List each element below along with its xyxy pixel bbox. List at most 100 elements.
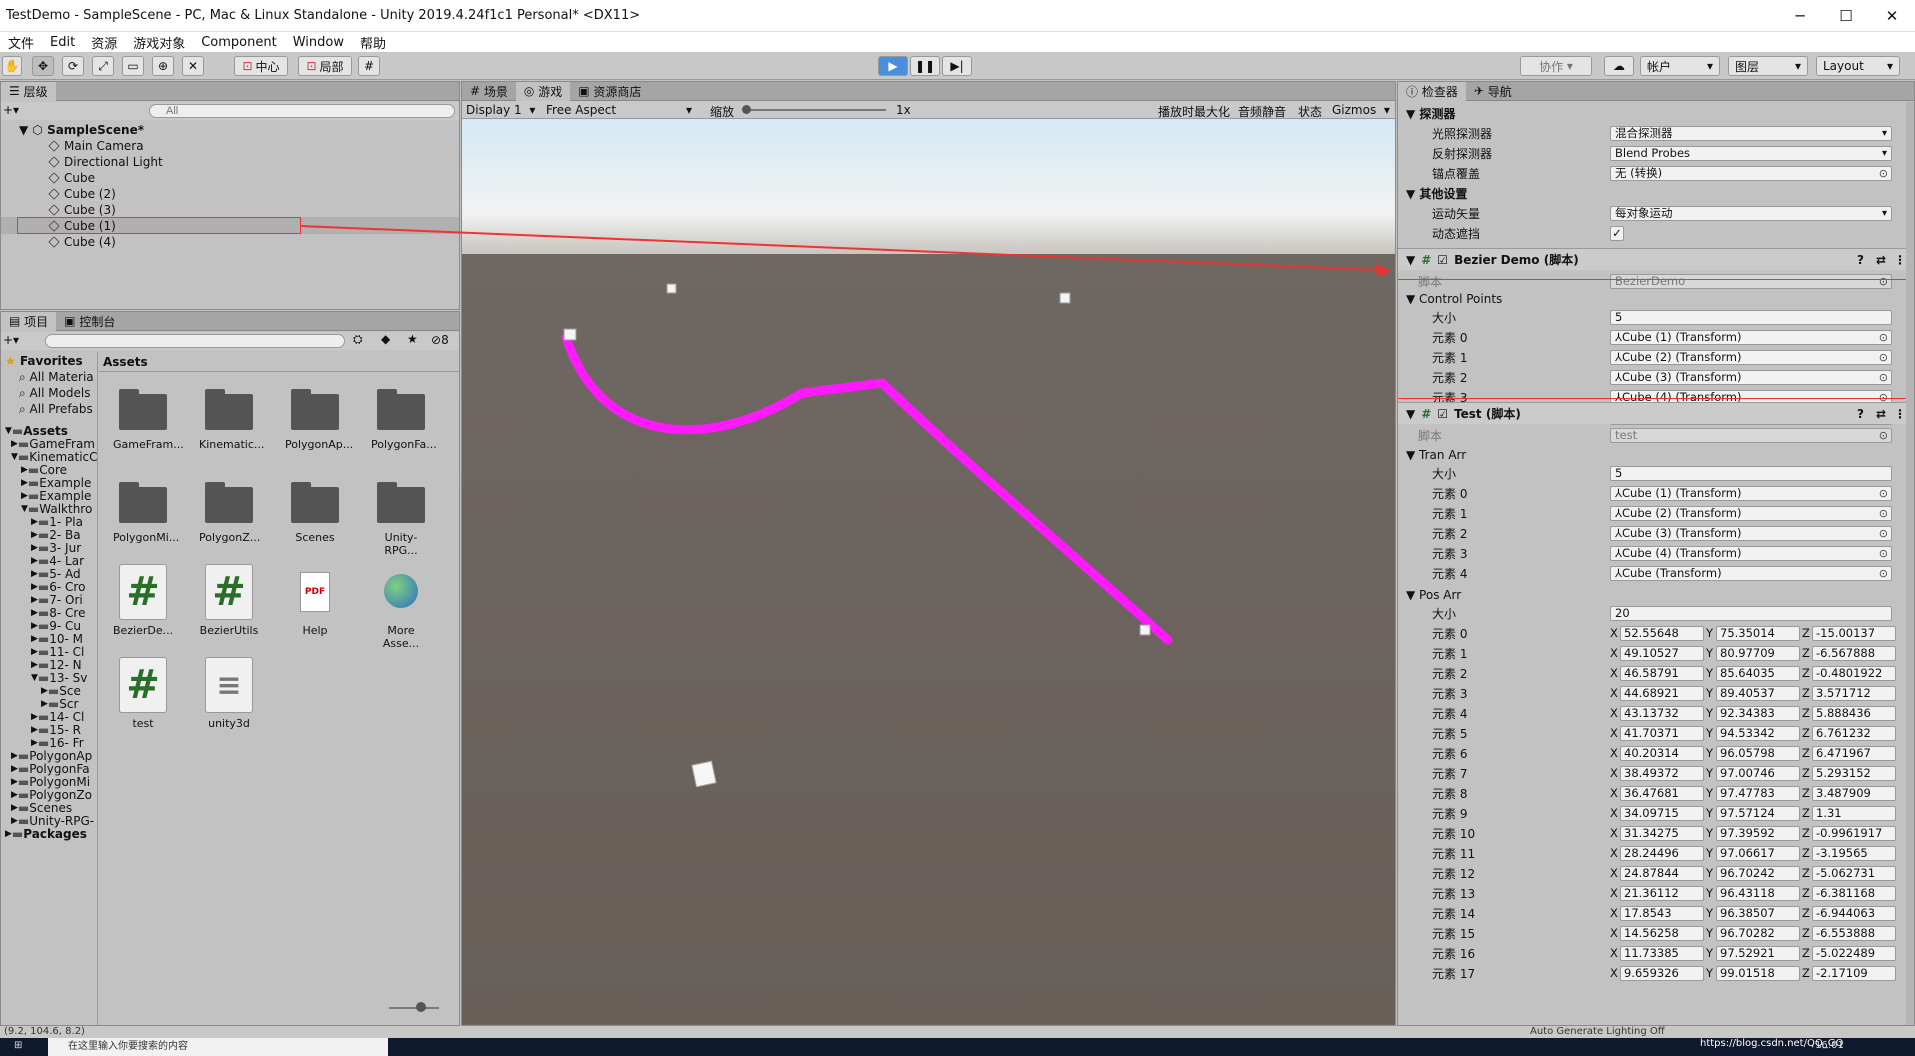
tab-project[interactable]: ▤ 项目: [1, 311, 57, 331]
asset-script[interactable]: # BezierDe...: [113, 564, 173, 637]
breadcrumb[interactable]: Assets: [103, 354, 148, 370]
tab-hierarchy[interactable]: ☰ 层级: [1, 81, 56, 101]
hierarchy-item[interactable]: Cube (4): [48, 234, 116, 250]
favorite-item[interactable]: ⌕ All Materia: [19, 369, 94, 385]
transform-object-field[interactable]: ⅄ Cube (3) (Transform): [1610, 525, 1892, 541]
transform-object-field[interactable]: ⅄ Cube (Transform): [1610, 565, 1892, 581]
vector-x-field[interactable]: X 36.47681: [1610, 785, 1704, 801]
asset-folder[interactable]: GameFram...: [113, 389, 184, 451]
expand-arrow-icon[interactable]: ▼: [5, 426, 12, 436]
menu-assets[interactable]: 资源: [83, 33, 125, 52]
mute-audio-toggle[interactable]: 音频静音: [1238, 103, 1286, 120]
expand-arrow-icon[interactable]: ▼: [21, 504, 28, 514]
vector-z-field[interactable]: Z 3.571712: [1802, 685, 1896, 701]
vector-z-field[interactable]: Z 1.31: [1802, 805, 1896, 821]
anchor-override-field[interactable]: 无 (转换): [1610, 165, 1892, 181]
custom-tool-icon[interactable]: ✕: [182, 56, 204, 76]
vector-y-field[interactable]: Y 92.34383: [1706, 705, 1800, 721]
game-viewport[interactable]: [462, 119, 1395, 1024]
dynamic-occlusion-checkbox[interactable]: ✓: [1610, 225, 1624, 241]
scale-slider[interactable]: [746, 109, 886, 111]
tab-console[interactable]: ▣ 控制台: [56, 312, 123, 331]
project-tree-item[interactable]: ▶ ▬ Packages: [5, 826, 87, 842]
preset-icon[interactable]: ⇄: [1876, 407, 1886, 421]
hidden-packages-toggle[interactable]: ⊘8: [431, 333, 449, 347]
transform-tool-icon[interactable]: ⊕: [152, 56, 174, 76]
aspect-dropdown[interactable]: Free Aspect ▾: [546, 103, 696, 117]
collapse-arrow-icon[interactable]: ▶: [31, 712, 38, 722]
asset-folder[interactable]: Scenes: [285, 482, 345, 544]
tran-arr-foldout[interactable]: ▼ Tran Arr: [1398, 446, 1914, 464]
tab-game[interactable]: ◎ 游戏: [515, 81, 571, 101]
collapse-arrow-icon[interactable]: ▶: [31, 595, 38, 605]
asset-folder[interactable]: Kinematic...: [199, 389, 264, 451]
vector-x-field[interactable]: X 14.56258: [1610, 925, 1704, 941]
display-dropdown[interactable]: Display 1 ▾: [466, 103, 535, 117]
vector-x-field[interactable]: X 43.13732: [1610, 705, 1704, 721]
vector-x-field[interactable]: X 24.87844: [1610, 865, 1704, 881]
vector-y-field[interactable]: Y 99.01518: [1706, 965, 1800, 981]
hand-tool-icon[interactable]: ✋: [2, 56, 22, 76]
menu-help[interactable]: 帮助: [352, 33, 394, 52]
collapse-arrow-icon[interactable]: ▶: [31, 582, 38, 592]
vector-x-field[interactable]: X 17.8543: [1610, 905, 1704, 921]
collapse-arrow-icon[interactable]: ▶: [11, 816, 18, 826]
create-plus-icon[interactable]: +▾: [3, 103, 19, 117]
zoom-slider[interactable]: [389, 1007, 439, 1009]
scale-tool-icon[interactable]: ⤢: [92, 56, 114, 76]
vector-z-field[interactable]: Z -0.9961917: [1802, 825, 1896, 841]
collapse-arrow-icon[interactable]: ▶: [11, 751, 18, 761]
filter-label-icon[interactable]: ◆: [381, 332, 390, 346]
tab-inspector[interactable]: ⓘ 检查器: [1398, 82, 1466, 101]
asset-folder[interactable]: PolygonMi...: [113, 482, 179, 544]
create-plus-icon[interactable]: +▾: [3, 333, 19, 347]
collapse-arrow-icon[interactable]: ▶: [41, 699, 48, 709]
vector-y-field[interactable]: Y 96.05798: [1706, 745, 1800, 761]
zoom-slider-thumb[interactable]: [416, 1002, 426, 1012]
vector-y-field[interactable]: Y 89.40537: [1706, 685, 1800, 701]
menu-gameobject[interactable]: 游戏对象: [125, 33, 193, 52]
project-search-input[interactable]: [45, 334, 345, 348]
hierarchy-item[interactable]: Directional Light: [48, 154, 163, 170]
more-options-icon[interactable]: ⋮: [1894, 407, 1906, 421]
collapse-arrow-icon[interactable]: ▶: [31, 660, 38, 670]
asset-folder[interactable]: PolygonAp...: [285, 389, 353, 451]
vector-y-field[interactable]: Y 96.70282: [1706, 925, 1800, 941]
expand-arrow-icon[interactable]: ▼: [31, 673, 38, 683]
vector-x-field[interactable]: X 11.73385: [1610, 945, 1704, 961]
minimize-icon[interactable]: ─: [1777, 0, 1823, 32]
favorite-item[interactable]: ⌕ All Models: [19, 385, 91, 401]
asset-link[interactable]: More Asse...: [371, 564, 431, 650]
vector-z-field[interactable]: Z 6.471967: [1802, 745, 1896, 761]
tab-scene[interactable]: # 场景: [462, 82, 516, 101]
vector-y-field[interactable]: Y 97.06617: [1706, 845, 1800, 861]
help-icon[interactable]: ?: [1857, 253, 1864, 267]
collapse-arrow-icon[interactable]: ▶: [31, 634, 38, 644]
collapse-arrow-icon[interactable]: ▶: [31, 738, 38, 748]
more-options-icon[interactable]: ⋮: [1894, 253, 1906, 267]
cube-object[interactable]: [1059, 292, 1071, 304]
favorite-item[interactable]: ⌕ All Prefabs: [19, 401, 93, 417]
vector-y-field[interactable]: Y 94.53342: [1706, 725, 1800, 741]
vector-x-field[interactable]: X 31.34275: [1610, 825, 1704, 841]
vector-x-field[interactable]: X 52.55648: [1610, 625, 1704, 641]
asset-text[interactable]: ≡ unity3d: [199, 657, 259, 730]
collapse-arrow-icon[interactable]: ▶: [21, 465, 28, 475]
vector-x-field[interactable]: X 40.20314: [1610, 745, 1704, 761]
vector-z-field[interactable]: Z -5.062731: [1802, 865, 1896, 881]
collapse-arrow-icon[interactable]: ▶: [31, 530, 38, 540]
rect-tool-icon[interactable]: ▭: [122, 56, 144, 76]
asset-script[interactable]: # BezierUtils: [199, 564, 259, 637]
collapse-arrow-icon[interactable]: ▶: [11, 803, 18, 813]
menu-window[interactable]: Window: [285, 35, 352, 50]
pivot-toggle-button[interactable]: ⊡ 中心: [234, 56, 288, 76]
asset-folder[interactable]: PolygonFa...: [371, 389, 437, 451]
collapse-arrow-icon[interactable]: ▶: [31, 569, 38, 579]
collab-dropdown[interactable]: 协作 ▾: [1520, 56, 1592, 76]
reflection-probes-dropdown[interactable]: Blend Probes: [1610, 145, 1892, 161]
cloud-icon[interactable]: ☁: [1604, 56, 1634, 76]
component-enabled-checkbox[interactable]: ☑: [1437, 253, 1448, 267]
vector-y-field[interactable]: Y 96.38507: [1706, 905, 1800, 921]
local-toggle-button[interactable]: ⊡ 局部: [298, 56, 352, 76]
menu-component[interactable]: Component: [193, 35, 284, 50]
